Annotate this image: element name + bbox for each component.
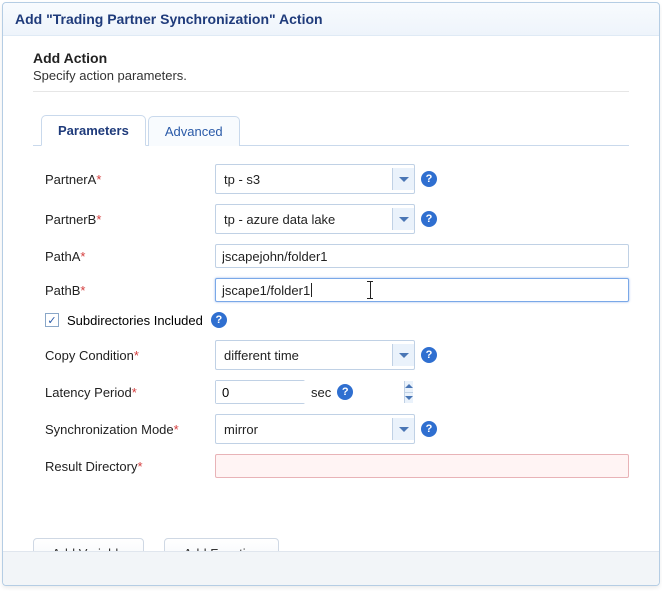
row-result-dir: Result Directory*: [45, 454, 629, 478]
spinner-up-button[interactable]: [405, 381, 413, 392]
section-title: Add Action: [33, 50, 629, 66]
row-subdirs: ✓ Subdirectories Included ?: [45, 312, 629, 328]
label-path-a: PathA*: [45, 249, 215, 264]
chevron-down-icon: [392, 418, 414, 440]
tab-parameters[interactable]: Parameters: [41, 115, 146, 146]
label-copy-condition: Copy Condition*: [45, 348, 215, 363]
row-sync-mode: Synchronization Mode* mirror ?: [45, 414, 629, 444]
sync-mode-select[interactable]: mirror: [215, 414, 415, 444]
path-a-input[interactable]: [215, 244, 629, 268]
tabbar: Parameters Advanced: [33, 114, 629, 146]
label-sync-mode: Synchronization Mode*: [45, 422, 215, 437]
label-result-dir: Result Directory*: [45, 459, 215, 474]
row-latency: Latency Period* sec ?: [45, 380, 629, 404]
help-icon[interactable]: ?: [421, 347, 437, 363]
label-subdirs: Subdirectories Included: [67, 313, 203, 328]
dialog-content: Add Action Specify action parameters. Pa…: [3, 36, 659, 569]
label-path-b: PathB*: [45, 283, 215, 298]
help-icon[interactable]: ?: [421, 171, 437, 187]
latency-spinner[interactable]: [215, 380, 305, 404]
spinner-down-button[interactable]: [405, 392, 413, 404]
result-dir-input[interactable]: [215, 454, 629, 478]
dialog: Add "Trading Partner Synchronization" Ac…: [2, 2, 660, 586]
help-icon[interactable]: ?: [421, 421, 437, 437]
row-path-a: PathA*: [45, 244, 629, 268]
partner-b-select[interactable]: tp - azure data lake: [215, 204, 415, 234]
chevron-down-icon: [405, 396, 413, 400]
help-icon[interactable]: ?: [421, 211, 437, 227]
help-icon[interactable]: ?: [211, 312, 227, 328]
row-copy-condition: Copy Condition* different time ?: [45, 340, 629, 370]
label-latency: Latency Period*: [45, 385, 215, 400]
row-path-b: PathB* jscape1/folder1: [45, 278, 629, 302]
partner-a-select[interactable]: tp - s3: [215, 164, 415, 194]
latency-input[interactable]: [216, 381, 404, 403]
text-cursor: [311, 283, 312, 297]
divider: [33, 91, 629, 92]
path-b-input[interactable]: jscape1/folder1: [215, 278, 629, 302]
chevron-down-icon: [392, 344, 414, 366]
copy-condition-select[interactable]: different time: [215, 340, 415, 370]
label-partner-b: PartnerB*: [45, 212, 215, 227]
form: PartnerA* tp - s3 ? PartnerB* tp - azure…: [33, 164, 629, 478]
chevron-up-icon: [405, 384, 413, 388]
chevron-down-icon: [392, 168, 414, 190]
label-partner-a: PartnerA*: [45, 172, 215, 187]
latency-unit: sec: [311, 385, 331, 400]
row-partner-b: PartnerB* tp - azure data lake ?: [45, 204, 629, 234]
row-partner-a: PartnerA* tp - s3 ?: [45, 164, 629, 194]
section-subtitle: Specify action parameters.: [33, 68, 629, 83]
chevron-down-icon: [392, 208, 414, 230]
dialog-title: Add "Trading Partner Synchronization" Ac…: [3, 3, 659, 36]
subdirs-checkbox[interactable]: ✓: [45, 313, 59, 327]
footer-strip: [3, 551, 659, 585]
tab-advanced[interactable]: Advanced: [148, 116, 240, 146]
